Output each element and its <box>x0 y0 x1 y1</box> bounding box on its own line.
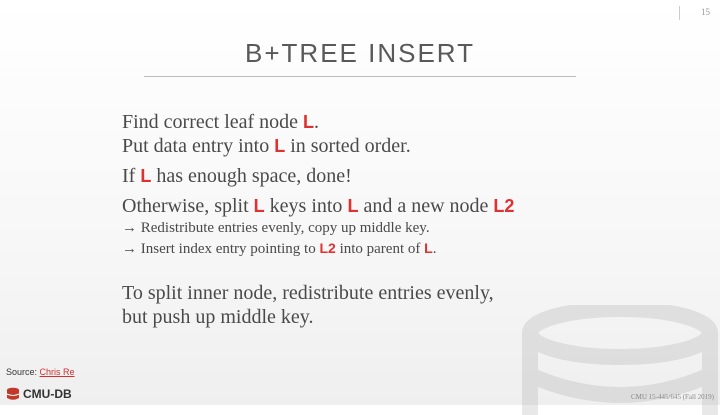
source-credit: Source: Chris Re <box>6 367 75 377</box>
text: → Insert index entry pointing to <box>122 241 320 257</box>
sub-bullet-redistribute: → Redistribute entries evenly, copy up m… <box>122 220 430 236</box>
text: . <box>314 111 320 133</box>
code-L: L <box>140 166 152 186</box>
text: into parent of <box>335 241 425 257</box>
page-number: 15 <box>679 6 710 20</box>
text: If <box>122 165 141 187</box>
slide-title: B+TREE INSERT <box>245 38 475 68</box>
bullet-inner-split-1: To split inner node, redistribute entrie… <box>122 282 494 304</box>
bullet-enough-space: If L has enough space, done! <box>122 164 642 188</box>
text: in sorted order. <box>285 135 411 157</box>
text: Put data entry into <box>122 135 275 157</box>
bullet-find-leaf: Find correct leaf node L. <box>122 110 642 134</box>
text: has enough space, done! <box>151 165 352 187</box>
database-icon <box>6 387 20 400</box>
logo-text: CMU-DB <box>23 387 72 401</box>
sub-bullet-insert-index: → Insert index entry pointing to L2 into… <box>122 238 642 259</box>
text: . <box>432 241 437 257</box>
text: and a new node <box>358 195 494 217</box>
bullet-put-entry: Put data entry into L in sorted order. <box>122 134 642 158</box>
code-L: L <box>253 196 265 216</box>
code-L2: L2 <box>319 240 336 256</box>
title-divider <box>144 76 576 77</box>
course-footer: CMU 15-445/645 (Fall 2019) <box>630 393 714 401</box>
code-L2: L2 <box>493 196 515 216</box>
code-L: L <box>424 240 433 256</box>
code-L: L <box>303 112 315 132</box>
bullet-otherwise-split: Otherwise, split L keys into L and a new… <box>122 194 642 218</box>
slide-body: Find correct leaf node L. Put data entry… <box>122 110 642 329</box>
cmu-db-logo: CMU-DB <box>6 386 72 402</box>
text: Otherwise, split <box>122 195 254 217</box>
text: Find correct leaf node <box>122 111 304 133</box>
source-link[interactable]: Chris Re <box>40 367 75 377</box>
code-L: L <box>274 136 286 156</box>
slide: 15 B+TREE INSERT Find correct leaf node … <box>0 0 720 415</box>
code-L: L <box>347 196 359 216</box>
text: keys into <box>264 195 348 217</box>
source-label: Source: <box>6 367 40 377</box>
